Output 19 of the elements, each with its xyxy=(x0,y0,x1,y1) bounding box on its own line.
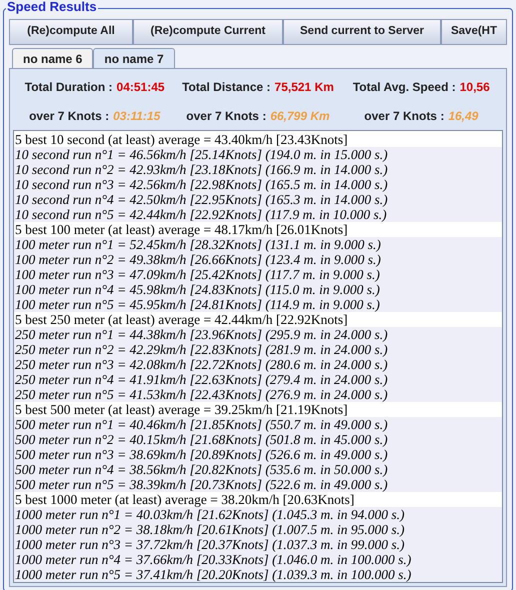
stat-label: over 7 Knots : xyxy=(29,108,110,125)
stat-label: Total Avg. Speed : xyxy=(352,79,456,96)
stat-value: 75,521 Km xyxy=(274,79,334,96)
tab[interactable]: no name 6 xyxy=(12,48,94,68)
toolbar-button[interactable]: (Re)compute All xyxy=(9,19,133,45)
stat-label: over 7 Knots : xyxy=(364,108,444,125)
panel-title: Speed Results xyxy=(6,0,98,13)
toolbar-button[interactable]: (Re)compute Current xyxy=(133,19,283,45)
stat-value: 04:51:45 xyxy=(116,79,165,96)
stat-value: 66,799 Km xyxy=(270,108,330,125)
toolbar-button[interactable]: Save(HT xyxy=(441,19,507,45)
stat-value: 16,49 xyxy=(448,108,478,125)
toolbar-button[interactable]: Send current to Server xyxy=(283,19,441,45)
stat-label: Total Distance : xyxy=(182,79,271,96)
stat-value: 10,56 xyxy=(460,79,490,96)
stat-label: Total Duration : xyxy=(24,79,113,96)
stat-label: over 7 Knots : xyxy=(186,108,266,125)
stat-value: 03:11:15 xyxy=(113,108,160,125)
tab[interactable]: no name 7 xyxy=(93,48,175,68)
